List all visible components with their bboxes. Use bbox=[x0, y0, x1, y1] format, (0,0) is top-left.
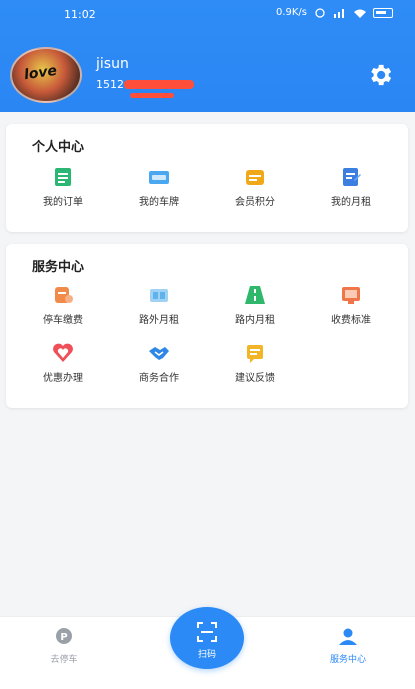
points-icon bbox=[246, 170, 264, 185]
parking-icon: P bbox=[56, 628, 72, 644]
avatar[interactable]: love bbox=[10, 47, 82, 103]
personal-center-card: 个人中心 我的订单 我的车牌 会员积分 我的月租 bbox=[6, 124, 408, 232]
fee-standard-icon bbox=[342, 287, 360, 304]
feedback-label: 建议反馈 bbox=[235, 373, 275, 384]
monthly-rent-icon bbox=[343, 168, 361, 186]
scan-icon bbox=[197, 622, 217, 642]
phone-number: 1512 bbox=[96, 78, 124, 91]
service-center-title: 服务中心 bbox=[32, 260, 85, 275]
discount-icon bbox=[53, 343, 73, 362]
signal-icon bbox=[334, 8, 344, 18]
offroad-monthly-icon bbox=[150, 289, 168, 302]
feedback-icon bbox=[247, 345, 263, 363]
wifi-icon bbox=[354, 9, 366, 18]
alarm-icon bbox=[315, 7, 325, 18]
my-monthly-rent-item[interactable]: 我的月租 bbox=[311, 166, 391, 208]
parking-pay-icon bbox=[55, 287, 73, 303]
business-cooperation-label: 商务合作 bbox=[139, 373, 179, 384]
tab-go-parking-label: 去停车 bbox=[50, 655, 78, 665]
offroad-monthly-label: 路外月租 bbox=[139, 315, 179, 326]
feedback-item[interactable]: 建议反馈 bbox=[215, 342, 295, 384]
status-icons: 0.9K/s bbox=[276, 7, 393, 18]
profile-header: 11:02 0.9K/s love jisun 1512 bbox=[0, 0, 415, 112]
discount-item[interactable]: 优惠办理 bbox=[23, 342, 103, 384]
onroad-monthly-item[interactable]: 路内月租 bbox=[215, 284, 295, 326]
user-icon bbox=[339, 628, 357, 645]
battery-icon bbox=[373, 7, 393, 18]
personal-center-title: 个人中心 bbox=[32, 140, 85, 155]
fee-standard-item[interactable]: 收费标准 bbox=[311, 284, 391, 326]
network-speed: 0.9K/s bbox=[275, 7, 307, 18]
scan-label: 扫码 bbox=[197, 650, 216, 660]
license-plate-icon bbox=[149, 171, 169, 184]
parking-payment-item[interactable]: 停车缴费 bbox=[23, 284, 103, 326]
my-plates-item[interactable]: 我的车牌 bbox=[119, 166, 199, 208]
phone-redaction bbox=[124, 80, 194, 89]
tab-go-parking[interactable]: P 去停车 bbox=[24, 627, 104, 665]
parking-payment-label: 停车缴费 bbox=[43, 315, 83, 326]
handshake-icon bbox=[149, 347, 169, 360]
svg-text:P: P bbox=[60, 632, 67, 643]
service-center-card: 服务中心 停车缴费 路外月租 路内月租 收费标准 优惠办理 商务合作 建议反馈 bbox=[6, 244, 408, 408]
my-plates-label: 我的车牌 bbox=[139, 197, 179, 208]
phone-redaction-underline bbox=[130, 93, 174, 98]
gear-icon[interactable] bbox=[366, 61, 394, 89]
offroad-monthly-item[interactable]: 路外月租 bbox=[119, 284, 199, 326]
my-monthly-rent-label: 我的月租 bbox=[331, 197, 371, 208]
status-time: 11:02 bbox=[64, 8, 96, 21]
status-bar: 11:02 0.9K/s bbox=[0, 0, 415, 28]
onroad-monthly-label: 路内月租 bbox=[235, 315, 275, 326]
member-points-item[interactable]: 会员积分 bbox=[215, 166, 295, 208]
order-icon bbox=[55, 168, 71, 186]
onroad-monthly-icon bbox=[245, 286, 265, 304]
fee-standard-label: 收费标准 bbox=[331, 315, 371, 326]
business-cooperation-item[interactable]: 商务合作 bbox=[119, 342, 199, 384]
tab-service-center-label: 服务中心 bbox=[329, 655, 366, 665]
discount-label: 优惠办理 bbox=[43, 373, 83, 384]
username: jisun bbox=[96, 56, 129, 72]
my-orders-label: 我的订单 bbox=[43, 197, 83, 208]
my-orders-item[interactable]: 我的订单 bbox=[23, 166, 103, 208]
tab-service-center[interactable]: 服务中心 bbox=[308, 627, 388, 665]
member-points-label: 会员积分 bbox=[235, 197, 275, 208]
scan-button[interactable]: 扫码 bbox=[170, 607, 244, 669]
